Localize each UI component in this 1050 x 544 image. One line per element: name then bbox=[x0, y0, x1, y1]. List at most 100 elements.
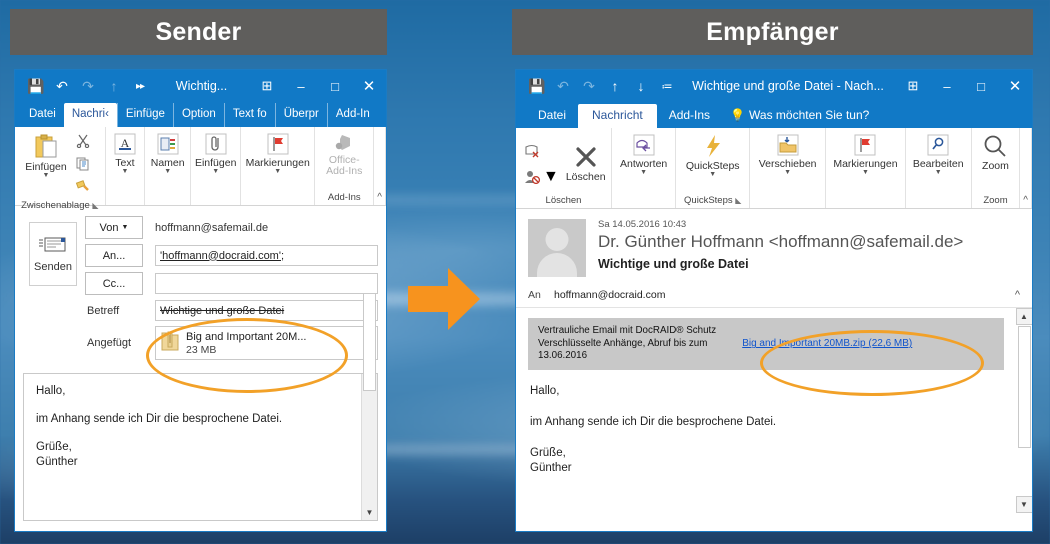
ribbon-group-add-ins: Office- Add-Ins Add-Ins bbox=[315, 127, 375, 205]
zoom-button[interactable]: Zoom bbox=[979, 131, 1012, 174]
office-addins-button[interactable]: Office- Add-Ins bbox=[323, 130, 365, 179]
move-button[interactable]: Verschieben ▼ bbox=[756, 131, 820, 178]
tell-me-box[interactable]: 💡 Was möchten Sie tun? bbox=[722, 103, 877, 128]
highlight-ellipse-sender-attachment bbox=[146, 318, 348, 393]
ribbon-group-name bbox=[616, 194, 671, 208]
names-button[interactable]: Namen ▼ bbox=[148, 130, 188, 177]
ribbon-group-text: A Text ▼ bbox=[106, 127, 146, 205]
close-icon[interactable]: ✕ bbox=[352, 71, 386, 101]
tab-ueberpruefen[interactable]: Überpr bbox=[274, 103, 327, 127]
touch-mode-icon[interactable]: ⊞ bbox=[896, 71, 930, 101]
quicksteps-button[interactable]: QuickSteps ▼ bbox=[683, 131, 743, 180]
tab-optionen[interactable]: Option bbox=[172, 103, 224, 127]
scroll-down-icon[interactable]: ▼ bbox=[362, 505, 377, 520]
flags-button[interactable]: Markierungen ▼ bbox=[830, 131, 900, 178]
paste-icon bbox=[32, 132, 60, 160]
ribbon-group-markierungen: Markierungen ▼ bbox=[241, 127, 316, 205]
maximize-icon[interactable]: □ bbox=[964, 71, 998, 101]
office-addins-icon bbox=[332, 132, 356, 154]
ribbon-group-name bbox=[910, 194, 967, 208]
reply-button[interactable]: Antworten ▼ bbox=[617, 131, 670, 178]
maximize-icon[interactable]: □ bbox=[318, 71, 352, 101]
chevron-down-icon[interactable]: ▼ bbox=[640, 169, 647, 176]
tab-datei[interactable]: Datei bbox=[21, 103, 64, 127]
format-painter-icon[interactable] bbox=[75, 179, 91, 199]
ribbon-group-bearbeiten: Bearbeiten ▼ bbox=[906, 128, 972, 208]
move-folder-icon bbox=[776, 133, 800, 157]
to-row: An... 'hoffmann@docraid.com'; bbox=[85, 244, 378, 267]
collapse-ribbon-icon[interactable]: ^ bbox=[377, 192, 382, 203]
touch-mode-icon[interactable]: ⊞ bbox=[250, 71, 284, 101]
paste-button[interactable]: Einfügen ▼ bbox=[19, 130, 73, 181]
save-icon[interactable]: 💾 bbox=[23, 73, 49, 99]
chevron-down-icon[interactable]: ▼ bbox=[935, 169, 942, 176]
chevron-down-icon[interactable]: ▼ bbox=[784, 169, 791, 176]
save-icon[interactable]: 💾 bbox=[524, 73, 550, 99]
chevron-down-icon[interactable]: ▼ bbox=[862, 169, 869, 176]
tab-nachricht[interactable]: Nachri‹ bbox=[63, 103, 117, 127]
down-icon[interactable]: ↓ bbox=[628, 73, 654, 99]
minimize-icon[interactable]: – bbox=[284, 71, 318, 101]
attachment-label: Angefügt bbox=[87, 337, 132, 349]
chevron-down-icon[interactable]: ▼ bbox=[212, 168, 219, 175]
close-icon[interactable]: ✕ bbox=[998, 71, 1032, 101]
mail-subject: Wichtige und große Datei bbox=[598, 257, 749, 271]
more-icon[interactable]: ≔ bbox=[654, 73, 680, 99]
flags-button[interactable]: Markierungen ▼ bbox=[243, 130, 313, 177]
message-body-text[interactable]: Hallo, im Anhang sende ich Dir die bespr… bbox=[24, 374, 361, 520]
up-icon[interactable]: ↑ bbox=[602, 73, 628, 99]
delete-button[interactable]: Löschen bbox=[563, 140, 609, 185]
from-button[interactable]: Von ▼ bbox=[85, 216, 143, 239]
chevron-down-icon[interactable]: ▼ bbox=[43, 172, 50, 179]
editor-scrollbar[interactable]: ▲ ▼ bbox=[361, 293, 377, 520]
scroll-down-icon[interactable]: ▼ bbox=[1015, 496, 1032, 513]
dialog-launcher-icon[interactable]: ◣ bbox=[92, 201, 98, 210]
edit-magnifier-icon bbox=[926, 133, 950, 157]
to-button[interactable]: An... bbox=[85, 244, 143, 267]
cc-input[interactable] bbox=[155, 273, 378, 294]
to-input[interactable]: 'hoffmann@docraid.com'; bbox=[155, 245, 378, 266]
minimize-icon[interactable]: – bbox=[930, 71, 964, 101]
reading-pane-scrollbar[interactable]: ▲ ▼ bbox=[1015, 308, 1032, 513]
scroll-up-icon[interactable]: ▲ bbox=[1015, 308, 1032, 325]
chevron-down-icon[interactable]: ▼ bbox=[543, 168, 559, 186]
message-body-editor[interactable]: Hallo, im Anhang sende ich Dir die bespr… bbox=[23, 293, 378, 521]
chevron-down-icon[interactable]: ▼ bbox=[121, 168, 128, 175]
reply-icon bbox=[632, 133, 656, 157]
group-label: QuickSteps bbox=[684, 195, 733, 206]
tab-text-formatieren[interactable]: Text fo bbox=[223, 103, 275, 127]
more-icon[interactable]: ▸▸ bbox=[127, 73, 153, 99]
edit-button[interactable]: Bearbeiten ▼ bbox=[910, 131, 967, 178]
tab-datei[interactable]: Datei bbox=[526, 104, 578, 128]
chevron-up-icon[interactable]: ^ bbox=[1015, 289, 1020, 301]
tab-add-ins[interactable]: Add-Ins bbox=[657, 104, 722, 128]
ribbon-group-name: Zwischenablage ◣ bbox=[19, 199, 101, 213]
text-format-button[interactable]: A Text ▼ bbox=[110, 130, 140, 177]
chevron-down-icon[interactable]: ▼ bbox=[274, 168, 281, 175]
collapse-ribbon-icon[interactable]: ^ bbox=[1023, 195, 1028, 206]
dialog-launcher-icon[interactable]: ◣ bbox=[735, 196, 741, 205]
redo-icon[interactable]: ↷ bbox=[75, 73, 101, 99]
flag-icon bbox=[266, 132, 290, 156]
tab-nachricht[interactable]: Nachricht bbox=[578, 104, 657, 128]
chevron-down-icon[interactable]: ▼ bbox=[164, 168, 171, 175]
tab-add-ins[interactable]: Add-In bbox=[326, 103, 378, 127]
cc-button[interactable]: Cc... bbox=[85, 272, 143, 295]
up-icon[interactable]: ↑ bbox=[101, 73, 127, 99]
junk-icon[interactable]: ▼ bbox=[524, 168, 559, 186]
ribbon-group-name bbox=[110, 191, 141, 205]
ignore-icon[interactable] bbox=[524, 143, 559, 163]
undo-icon[interactable]: ↶ bbox=[49, 73, 75, 99]
send-button[interactable]: Senden bbox=[29, 222, 77, 286]
redo-icon[interactable]: ↷ bbox=[576, 73, 602, 99]
tell-me-box[interactable]: 💡 Sie wünsc bbox=[378, 102, 387, 127]
text-format-icon: A bbox=[113, 132, 137, 156]
ribbon-group-zwischenablage: Einfügen ▼ Zwischenablage ◣ bbox=[15, 127, 106, 211]
chevron-down-icon[interactable]: ▼ bbox=[709, 171, 716, 178]
cut-icon[interactable] bbox=[75, 133, 91, 153]
attach-button[interactable]: Einfügen ▼ bbox=[192, 130, 239, 177]
undo-icon[interactable]: ↶ bbox=[550, 73, 576, 99]
copy-icon[interactable] bbox=[75, 156, 91, 176]
tab-einfuegen[interactable]: Einfüge bbox=[116, 103, 173, 127]
mail-sender: Dr. Günther Hoffmann <hoffmann@safemail.… bbox=[598, 232, 964, 251]
